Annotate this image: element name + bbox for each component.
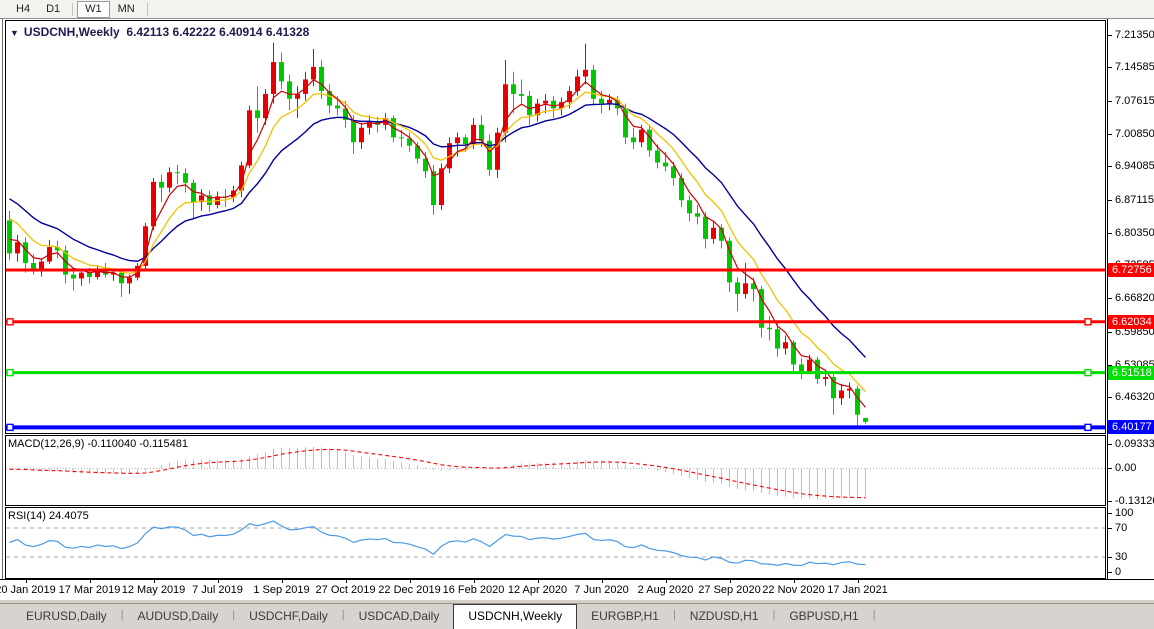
price-axis-label: 7.14585 (1108, 61, 1154, 74)
date-axis-tick (730, 580, 731, 583)
macd-axis-label: 0.09333 (1108, 438, 1154, 451)
chart-ohlc-values: 6.42113 6.42222 6.40914 6.41328 (126, 25, 309, 39)
date-axis-tick (90, 580, 91, 583)
date-axis-tick (154, 580, 155, 583)
axis-tick (1108, 332, 1112, 333)
axis-tick (1108, 35, 1112, 36)
date-axis-label: 17 Jan 2021 (827, 584, 888, 596)
tab-eurusd-daily[interactable]: EURUSD,Daily (12, 604, 121, 629)
tab-usdchf-daily[interactable]: USDCHF,Daily (235, 604, 342, 629)
axis-tick (1108, 166, 1112, 167)
tab-usdcnh-weekly[interactable]: USDCNH,Weekly (453, 604, 577, 629)
axis-tick (1108, 528, 1112, 529)
price-line-box-6.51518[interactable]: 6.51518 (1108, 366, 1154, 380)
axis-tick (1108, 67, 1112, 68)
date-axis-tick (218, 580, 219, 583)
date-axis-tick (410, 580, 411, 583)
price-axis-label: 7.00850 (1108, 128, 1154, 141)
date-axis-tick (282, 580, 283, 583)
date-axis-label: 7 Jun 2020 (574, 584, 628, 596)
price-axis-label: 6.66820 (1108, 292, 1154, 305)
price-axis-label: 7.21350 (1108, 29, 1154, 42)
timeframe-d1-button[interactable]: D1 (38, 1, 68, 18)
price-line-box-6.40177[interactable]: 6.40177 (1108, 420, 1154, 434)
date-axis-tick (346, 580, 347, 583)
axis-tick (1108, 298, 1112, 299)
date-axis-label: 2 Aug 2020 (638, 584, 694, 596)
axis-tick (1108, 468, 1112, 469)
symbol-dropdown-arrow[interactable]: ▼ (10, 28, 19, 38)
date-axis-label: 17 Mar 2019 (59, 584, 121, 596)
axis-tick (1108, 501, 1112, 502)
tab-usdcad-daily[interactable]: USDCAD,Daily (345, 604, 454, 629)
timeframe-mn-button[interactable]: MN (110, 1, 143, 18)
date-axis-tick (26, 580, 27, 583)
timeframe-h4-button[interactable]: H4 (8, 1, 38, 18)
axis-tick (1108, 572, 1112, 573)
date-axis-label: 1 Sep 2019 (253, 584, 309, 596)
price-line-box-6.62034[interactable]: 6.62034 (1108, 315, 1154, 329)
tab-gbpusd-h1[interactable]: GBPUSD,H1 (775, 604, 872, 629)
date-axis-label: 27 Sep 2020 (698, 584, 760, 596)
date-axis-tick (794, 580, 795, 583)
date-axis-label: 20 Jan 2019 (0, 584, 56, 596)
tab-eurgbp-h1[interactable]: EURGBP,H1 (577, 604, 673, 629)
price-line-box-6.72756[interactable]: 6.72756 (1108, 263, 1154, 277)
price-axis-label: 6.46320 (1108, 391, 1154, 404)
axis-tick (1108, 397, 1112, 398)
price-axis-label: 6.87115 (1108, 194, 1154, 207)
rsi-axis-label: 70 (1108, 522, 1127, 535)
rsi-axis-label: 100 (1108, 507, 1133, 520)
macd-axis-label: 0.00 (1108, 462, 1136, 475)
price-axis-label: 7.07615 (1108, 95, 1154, 108)
timeframe-toolbar: H4D1 W1MN (0, 0, 1154, 19)
rsi-indicator-label: RSI(14) 24.4075 (8, 510, 89, 522)
date-axis-label: 22 Dec 2019 (378, 584, 440, 596)
price-scale[interactable]: 7.21350 7.14585 7.07615 7.00850 6.94085 6.871… (1107, 19, 1154, 600)
date-axis-tick (538, 580, 539, 583)
time-scale[interactable]: 20 Jan 201917 Mar 201912 May 2019 7 Jul 2… (0, 579, 1154, 600)
axis-tick (1108, 101, 1112, 102)
tab-audusd-daily[interactable]: AUDUSD,Daily (124, 604, 233, 629)
date-axis-tick (666, 580, 667, 583)
axis-tick (1108, 233, 1112, 234)
timeframe-w1-button[interactable]: W1 (77, 1, 110, 18)
date-axis-tick (858, 580, 859, 583)
main-chart-canvas[interactable] (0, 20, 1106, 435)
symbol-tab-bar: EURUSD,Daily|AUDUSD,Daily|USDCHF,Daily|U… (0, 603, 1154, 629)
trading-platform-window: H4D1 W1MN ▼ USDCNH,Weekly 6.42113 6.42222 … (0, 0, 1154, 629)
axis-tick (1108, 557, 1112, 558)
price-axis-label: 6.94085 (1108, 160, 1154, 173)
rsi-axis-label: 30 (1108, 551, 1127, 564)
date-axis-label: 16 Feb 2020 (443, 584, 505, 596)
price-axis-label: 6.80350 (1108, 227, 1154, 240)
date-axis-label: 7 Jul 2019 (192, 584, 243, 596)
toolbar-separator (72, 3, 73, 16)
date-axis-label: 22 Nov 2020 (762, 584, 824, 596)
date-axis-label: 12 Apr 2020 (508, 584, 567, 596)
date-axis-label: 27 Oct 2019 (316, 584, 376, 596)
toolbar-separator (147, 3, 148, 16)
axis-tick (1108, 513, 1112, 514)
tab-separator: | (873, 604, 876, 629)
tab-nzdusd-h1[interactable]: NZDUSD,H1 (676, 604, 773, 629)
chart-symbol: USDCNH,Weekly (24, 25, 120, 39)
date-axis-label: 12 May 2019 (122, 584, 186, 596)
axis-tick (1108, 134, 1112, 135)
axis-tick (1108, 444, 1112, 445)
chart-title: ▼ USDCNH,Weekly 6.42113 6.42222 6.40914 6… (10, 25, 309, 39)
date-axis-tick (602, 580, 603, 583)
rsi-axis-label: 0 (1108, 566, 1121, 579)
axis-tick (1108, 200, 1112, 201)
rsi-panel-canvas[interactable] (0, 507, 1106, 579)
macd-indicator-label: MACD(12,26,9) -0.110040 -0.115481 (8, 438, 188, 450)
date-axis-tick (474, 580, 475, 583)
